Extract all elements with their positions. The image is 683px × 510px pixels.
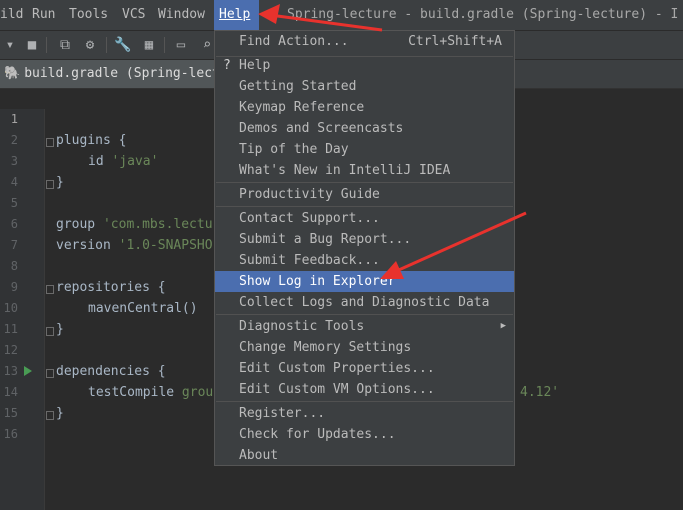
code-line: } — [56, 406, 64, 421]
menu-item-submit-feedback[interactable]: Submit Feedback... — [215, 250, 514, 271]
menu-separator — [216, 206, 513, 207]
line-number: 3 — [10, 154, 18, 168]
menu-help[interactable]: Help — [214, 0, 259, 30]
menu-item-keymap-reference[interactable]: Keymap Reference — [215, 97, 514, 118]
line-number: 16 — [3, 427, 18, 441]
tab-label: build.gradle (Spring-lecture) — [24, 66, 215, 81]
menu-item-show-log[interactable]: Show Log in Explorer — [215, 271, 514, 292]
code-line: version '1.0-SNAPSHO — [56, 238, 213, 253]
line-number: 7 — [10, 238, 18, 252]
code-line: id 'java' — [88, 154, 159, 169]
project-structure-icon[interactable]: ▦ — [139, 35, 159, 55]
code-line-tail: 4.12' — [520, 385, 560, 400]
line-number: 12 — [3, 343, 18, 357]
help-menu: Find Action... Ctrl+Shift+A ? Help Getti… — [214, 30, 515, 466]
question-mark-icon: ? — [223, 58, 231, 73]
menu-item-find-action[interactable]: Find Action... Ctrl+Shift+A — [215, 31, 514, 52]
fold-marker-icon[interactable] — [46, 285, 54, 294]
menu-separator — [216, 182, 513, 183]
gradle-icon: 🐘 — [4, 66, 21, 81]
fold-marker-icon[interactable] — [46, 138, 54, 147]
line-number: 10 — [3, 301, 18, 315]
line-number: 6 — [10, 217, 18, 231]
menu-item-custom-vm-options[interactable]: Edit Custom VM Options... — [215, 379, 514, 400]
line-number: 9 — [10, 280, 18, 294]
menu-separator — [216, 314, 513, 315]
submenu-arrow-icon: ▶ — [500, 321, 506, 331]
run-icon[interactable] — [24, 366, 32, 376]
line-number: 14 — [3, 385, 18, 399]
line-number: 13 — [3, 364, 18, 378]
fold-marker-icon[interactable] — [46, 327, 54, 336]
code-line: repositories { — [56, 280, 166, 295]
menu-item-check-updates[interactable]: Check for Updates... — [215, 424, 514, 445]
fold-marker-icon[interactable] — [46, 369, 54, 378]
menu-item-diagnostic-tools[interactable]: Diagnostic Tools ▶ — [215, 316, 514, 337]
code-line: group 'com.mbs.lectu — [56, 217, 213, 232]
menu-build[interactable]: ild — [0, 0, 28, 30]
line-number: 2 — [10, 133, 18, 147]
menu-run[interactable]: Run — [27, 0, 60, 30]
line-number: 4 — [10, 175, 18, 189]
code-line: mavenCentral() — [88, 301, 198, 316]
line-gutter: 1 2 3 4 5 6 7 8 9 10 11 12 13 14 15 16 — [0, 109, 45, 510]
line-number: 15 — [3, 406, 18, 420]
terminal-icon[interactable]: ▭ — [171, 35, 191, 55]
window-title: Spring-lecture - build.gradle (Spring-le… — [287, 7, 679, 22]
dropdown-arrow-icon[interactable]: ▾ — [0, 35, 20, 55]
code-line: dependencies { — [56, 364, 166, 379]
menu-item-help[interactable]: ? Help — [215, 55, 514, 76]
menu-item-register[interactable]: Register... — [215, 403, 514, 424]
wrench-icon[interactable]: 🔧 — [113, 35, 133, 55]
line-number: 8 — [10, 259, 18, 273]
shortcut-label: Ctrl+Shift+A — [408, 34, 502, 49]
code-line: } — [56, 175, 64, 190]
menu-item-productivity-guide[interactable]: Productivity Guide — [215, 184, 514, 205]
menu-tools[interactable]: Tools — [64, 0, 113, 30]
tab-build-gradle[interactable]: 🐘build.gradle (Spring-lecture) — [0, 60, 215, 88]
attach-debugger-icon[interactable]: ⧉ — [55, 35, 75, 55]
menu-separator — [216, 401, 513, 402]
menu-item-demos[interactable]: Demos and Screencasts — [215, 118, 514, 139]
code-line: } — [56, 322, 64, 337]
menu-item-collect-logs[interactable]: Collect Logs and Diagnostic Data — [215, 292, 514, 313]
menu-window[interactable]: Window — [153, 0, 210, 30]
menu-item-tip-of-the-day[interactable]: Tip of the Day — [215, 139, 514, 160]
menu-item-submit-bug[interactable]: Submit a Bug Report... — [215, 229, 514, 250]
line-number: 11 — [3, 322, 18, 336]
code-line: plugins { — [56, 133, 127, 148]
toolbar-separator — [46, 37, 47, 53]
stop-icon[interactable]: ■ — [22, 35, 42, 55]
coverage-icon[interactable]: ⚙ — [80, 35, 100, 55]
menu-item-contact-support[interactable]: Contact Support... — [215, 208, 514, 229]
line-number: 5 — [10, 196, 18, 210]
menu-item-custom-properties[interactable]: Edit Custom Properties... — [215, 358, 514, 379]
fold-marker-icon[interactable] — [46, 411, 54, 420]
menu-bar: ild Run Tools VCS Window Help Spring-lec… — [0, 0, 683, 31]
menu-item-getting-started[interactable]: Getting Started — [215, 76, 514, 97]
line-number: 1 — [10, 112, 18, 126]
menu-item-whats-new[interactable]: What's New in IntelliJ IDEA — [215, 160, 514, 181]
menu-item-memory-settings[interactable]: Change Memory Settings — [215, 337, 514, 358]
toolbar-separator — [164, 37, 165, 53]
menu-vcs[interactable]: VCS — [117, 0, 150, 30]
fold-marker-icon[interactable] — [46, 180, 54, 189]
menu-item-about[interactable]: About — [215, 445, 514, 466]
toolbar-separator — [106, 37, 107, 53]
code-line: testCompile grou — [88, 385, 214, 400]
